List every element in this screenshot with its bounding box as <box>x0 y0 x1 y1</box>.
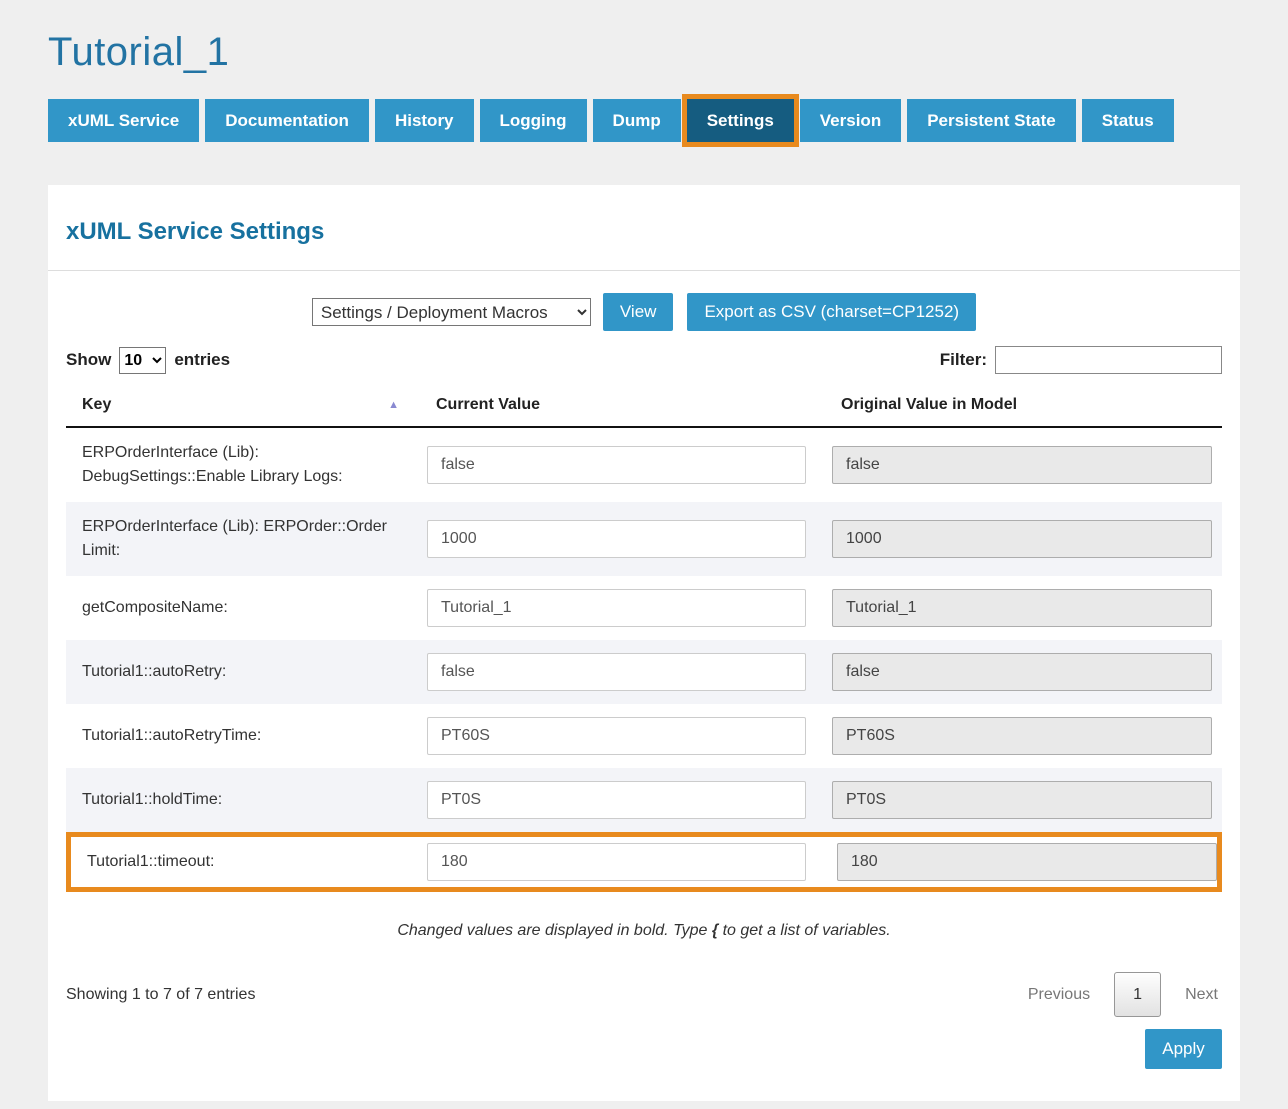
original-value-cell <box>832 717 1222 755</box>
table-note: Changed values are displayed in bold. Ty… <box>66 922 1222 940</box>
show-label: Show <box>66 350 111 370</box>
original-value-cell <box>832 589 1222 627</box>
note-prefix: Changed values are displayed in bold. Ty… <box>397 922 712 939</box>
row-key-label: Tutorial1::autoRetryTime: <box>66 724 427 748</box>
tab-dump[interactable]: Dump <box>593 99 681 142</box>
entries-select[interactable]: 10 <box>119 347 166 374</box>
tab-label: Persistent State <box>927 111 1056 131</box>
settings-table: Key ▲ Current Value Original Value in Mo… <box>66 386 1222 892</box>
table-row: ERPOrderInterface (Lib): DebugSettings::… <box>66 428 1222 502</box>
column-header-current-value[interactable]: Current Value <box>427 396 832 414</box>
apply-row: Apply <box>66 1029 1222 1069</box>
tab-label: Status <box>1102 111 1154 131</box>
original-value-input <box>837 843 1217 881</box>
table-row: Tutorial1::timeout: <box>66 832 1222 892</box>
page-1-button[interactable]: 1 <box>1114 972 1161 1017</box>
view-button[interactable]: View <box>603 293 674 331</box>
tab-label: xUML Service <box>68 111 179 131</box>
table-footer: Showing 1 to 7 of 7 entries Previous 1 N… <box>66 972 1222 1017</box>
filter-label: Filter: <box>940 350 987 370</box>
entries-label: entries <box>174 350 230 370</box>
original-value-input <box>832 717 1212 755</box>
note-suffix: to get a list of variables. <box>718 922 891 939</box>
table-row: Tutorial1::holdTime: <box>66 768 1222 832</box>
current-value-cell <box>427 446 832 484</box>
tab-version[interactable]: Version <box>800 99 901 142</box>
next-page-button[interactable]: Next <box>1181 980 1222 1010</box>
toolbar: Settings / Deployment Macros View Export… <box>66 293 1222 331</box>
original-value-cell <box>832 520 1222 558</box>
current-value-cell <box>427 717 832 755</box>
row-key-label: Tutorial1::holdTime: <box>66 788 427 812</box>
column-header-original-value[interactable]: Original Value in Model <box>832 396 1222 414</box>
heading-divider <box>48 270 1240 271</box>
tab-label: Version <box>820 111 881 131</box>
original-value-input <box>832 589 1212 627</box>
sort-asc-icon[interactable]: ▲ <box>388 399 399 411</box>
tab-documentation[interactable]: Documentation <box>205 99 369 142</box>
row-key-label: ERPOrderInterface (Lib): DebugSettings::… <box>66 441 427 489</box>
panel-heading: xUML Service Settings <box>48 185 1240 246</box>
tab-bar: xUML Service Documentation History Loggi… <box>48 99 1240 142</box>
original-value-input <box>832 446 1212 484</box>
current-value-input[interactable] <box>427 446 806 484</box>
tab-persistent-state[interactable]: Persistent State <box>907 99 1076 142</box>
showing-info: Showing 1 to 7 of 7 entries <box>66 986 255 1004</box>
export-csv-button[interactable]: Export as CSV (charset=CP1252) <box>687 293 976 331</box>
pagination: Previous 1 Next <box>1024 972 1222 1017</box>
original-value-input <box>832 653 1212 691</box>
table-header: Key ▲ Current Value Original Value in Mo… <box>66 386 1222 428</box>
page: Tutorial_1 xUML Service Documentation Hi… <box>0 0 1288 1109</box>
tab-label: Settings <box>707 111 774 131</box>
current-value-input[interactable] <box>427 589 806 627</box>
current-value-cell <box>427 520 832 558</box>
table-row: getCompositeName: <box>66 576 1222 640</box>
tab-settings[interactable]: Settings <box>687 99 794 142</box>
length-control: Show 10 entries <box>66 347 230 374</box>
original-value-cell <box>832 781 1222 819</box>
original-value-cell <box>832 446 1222 484</box>
original-value-input <box>832 781 1212 819</box>
previous-page-button[interactable]: Previous <box>1024 980 1094 1010</box>
current-value-input[interactable] <box>427 843 806 881</box>
current-value-cell <box>427 653 832 691</box>
table-controls: Show 10 entries Filter: <box>66 346 1222 374</box>
tab-label: Dump <box>613 111 661 131</box>
column-header-key[interactable]: Key ▲ <box>66 396 427 414</box>
current-value-input[interactable] <box>427 653 806 691</box>
row-key-label: Tutorial1::timeout: <box>71 850 432 874</box>
original-value-cell <box>837 843 1217 881</box>
tab-label: Documentation <box>225 111 349 131</box>
current-value-input[interactable] <box>427 781 806 819</box>
table-row: Tutorial1::autoRetryTime: <box>66 704 1222 768</box>
original-value-cell <box>832 653 1222 691</box>
original-value-input <box>832 520 1212 558</box>
tab-history[interactable]: History <box>375 99 474 142</box>
page-title: Tutorial_1 <box>48 0 1240 75</box>
tab-label: History <box>395 111 454 131</box>
view-select[interactable]: Settings / Deployment Macros <box>312 298 591 326</box>
table-row: ERPOrderInterface (Lib): ERPOrder::Order… <box>66 502 1222 576</box>
table-body: ERPOrderInterface (Lib): DebugSettings::… <box>66 428 1222 892</box>
table-row: Tutorial1::autoRetry: <box>66 640 1222 704</box>
tab-xuml-service[interactable]: xUML Service <box>48 99 199 142</box>
current-value-cell <box>427 781 832 819</box>
current-value-input[interactable] <box>427 520 806 558</box>
row-key-label: ERPOrderInterface (Lib): ERPOrder::Order… <box>66 515 427 563</box>
settings-panel: xUML Service Settings Settings / Deploym… <box>48 185 1240 1101</box>
row-key-label: getCompositeName: <box>66 596 427 620</box>
tab-logging[interactable]: Logging <box>480 99 587 142</box>
tab-status[interactable]: Status <box>1082 99 1174 142</box>
apply-button[interactable]: Apply <box>1145 1029 1222 1069</box>
row-key-label: Tutorial1::autoRetry: <box>66 660 427 684</box>
filter-input[interactable] <box>995 346 1222 374</box>
current-value-input[interactable] <box>427 717 806 755</box>
current-value-cell <box>427 589 832 627</box>
tab-label: Logging <box>500 111 567 131</box>
filter-control: Filter: <box>940 346 1222 374</box>
current-value-cell <box>427 843 837 881</box>
